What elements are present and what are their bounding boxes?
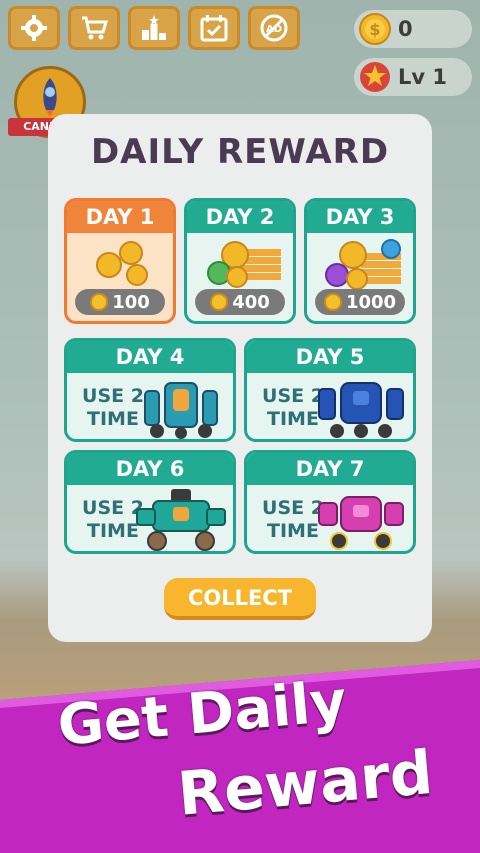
day-6-card[interactable]: DAY 6 USE 2 TIME [64, 450, 236, 554]
ship-icon [136, 489, 226, 551]
cart-icon [82, 16, 109, 40]
day-5-card[interactable]: DAY 5 USE 2 TIME [244, 338, 416, 442]
collect-button[interactable]: COLLECT [164, 578, 316, 620]
day-label: DAY 4 [67, 341, 233, 373]
day-3-card[interactable]: DAY 3 1000 [304, 198, 416, 324]
ship-icon [144, 382, 218, 439]
day-label: DAY 7 [247, 453, 413, 485]
daily-reward-button[interactable] [188, 6, 240, 50]
no-ads-icon: AD [260, 14, 288, 42]
coins-icon [96, 241, 148, 286]
gear-icon [21, 15, 47, 41]
leaderboard-button[interactable] [128, 6, 180, 50]
no-ads-button[interactable]: AD [248, 6, 300, 50]
day-1-card[interactable]: DAY 1 100 [64, 198, 176, 324]
coin-counter: $ 0 [354, 10, 472, 48]
day-label: DAY 5 [247, 341, 413, 373]
daily-reward-panel: DAILY REWARD DAY 1 100 DAY 2 400 DAY 3 1… [48, 114, 432, 642]
ship-icon [318, 496, 404, 550]
day-label: DAY 1 [67, 201, 173, 233]
day-label: DAY 2 [187, 201, 293, 233]
star-icon [360, 62, 390, 92]
shop-button[interactable] [68, 6, 120, 50]
coin-icon [90, 293, 109, 311]
coin-icon [323, 293, 342, 311]
svg-text:$: $ [369, 20, 380, 39]
day-4-card[interactable]: DAY 4 USE 2 TIME [64, 338, 236, 442]
amount-value: 100 [112, 291, 150, 313]
day-2-card[interactable]: DAY 2 400 [184, 198, 296, 324]
reward-amount: 1000 [315, 289, 405, 315]
day-label: DAY 6 [67, 453, 233, 485]
coin-icon [210, 293, 229, 311]
amount-value: 1000 [345, 291, 397, 313]
amount-value: 400 [232, 291, 270, 313]
panel-title: DAILY REWARD [90, 132, 390, 172]
reward-amount: 400 [195, 289, 285, 315]
coin-stack-icon [207, 241, 281, 288]
reward-amount: 100 [75, 289, 165, 315]
svg-text:AD: AD [266, 24, 282, 35]
settings-button[interactable] [8, 6, 60, 50]
coin-count: 0 [398, 17, 413, 41]
treasure-coins-icon [325, 239, 401, 290]
calendar-check-icon [200, 15, 228, 42]
ship-icon [318, 382, 404, 438]
coin-icon: $ [359, 13, 391, 45]
day-7-card[interactable]: DAY 7 USE 2 TIME [244, 450, 416, 554]
level-counter: Lv 1 [354, 58, 472, 96]
rocket-icon [43, 78, 57, 117]
day-label: DAY 3 [307, 201, 413, 233]
level-label: Lv 1 [398, 65, 447, 89]
podium-icon [142, 15, 166, 40]
